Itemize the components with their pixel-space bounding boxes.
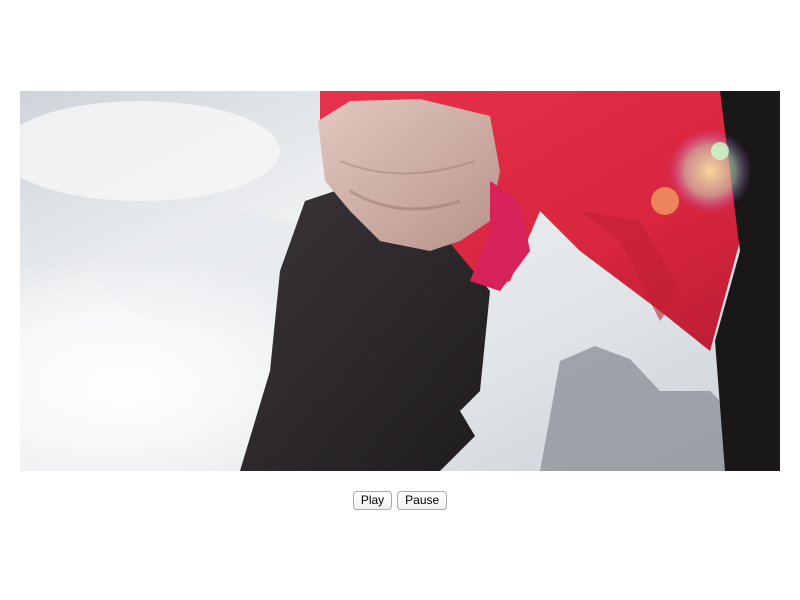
play-button[interactable]: Play	[352, 491, 393, 510]
video-player[interactable]	[20, 91, 780, 471]
video-controls: Play Pause	[0, 491, 800, 510]
pause-button[interactable]: Pause	[397, 491, 448, 510]
page: Play Pause	[0, 0, 800, 600]
video-frame-image	[20, 91, 780, 471]
